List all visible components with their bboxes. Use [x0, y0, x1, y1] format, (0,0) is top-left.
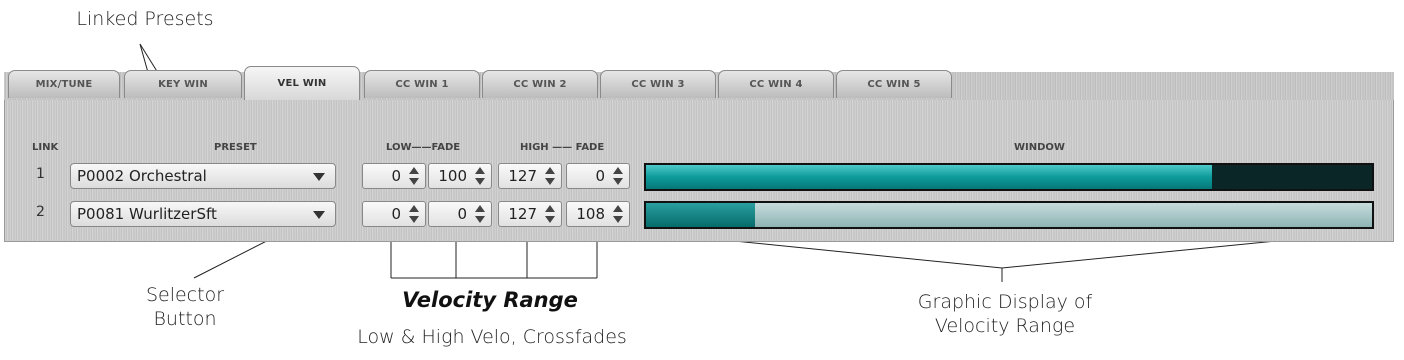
- low-velocity-spinner[interactable]: 0: [362, 201, 426, 227]
- preset-name: P0002 Orchestral: [77, 167, 207, 185]
- up-down-arrows-icon[interactable]: [545, 167, 555, 185]
- high-velocity-spinner[interactable]: 127: [498, 201, 562, 227]
- dropdown-arrow-icon[interactable]: [313, 211, 325, 219]
- preset-selector[interactable]: P0081 WurlitzerSft: [70, 201, 336, 227]
- low-velocity-value: 0: [391, 205, 401, 223]
- low-fade-spinner[interactable]: 0: [428, 201, 492, 227]
- tab-cc-win-5[interactable]: CC WIN 5: [836, 70, 952, 98]
- up-down-arrows-icon[interactable]: [545, 205, 555, 223]
- dropdown-arrow-icon[interactable]: [313, 173, 325, 181]
- velocity-window-bar: [644, 201, 1374, 229]
- tab-mix-tune[interactable]: MIX/TUNE: [8, 70, 120, 98]
- up-down-arrows-icon[interactable]: [613, 167, 623, 185]
- low-fade-value: 100: [438, 167, 467, 185]
- row-number: 1: [36, 166, 45, 182]
- graphic-display-annotation: Graphic Display of Velocity Range: [917, 291, 1093, 337]
- velocity-window-shade: [1212, 165, 1372, 189]
- up-down-arrows-icon[interactable]: [409, 205, 419, 223]
- high-fade-spinner[interactable]: 108: [566, 201, 630, 227]
- row-number: 2: [36, 204, 45, 220]
- linked-presets-annotation: Linked Presets: [76, 8, 214, 30]
- high-velocity-value: 127: [508, 167, 537, 185]
- tab-cc-win-3[interactable]: CC WIN 3: [600, 70, 716, 98]
- velocity-range-annotation-subtitle: Low & High Velo, Crossfades: [357, 326, 627, 348]
- low-fade-value: 0: [457, 205, 467, 223]
- high-fade-header: HIGH —— FADE: [520, 142, 605, 153]
- tab-cc-win-2[interactable]: CC WIN 2: [482, 70, 598, 98]
- preset-name: P0081 WurlitzerSft: [77, 205, 217, 223]
- up-down-arrows-icon[interactable]: [409, 167, 419, 185]
- tab-cc-win-4[interactable]: CC WIN 4: [718, 70, 834, 98]
- low-fade-header: LOW——FADE: [386, 142, 461, 153]
- window-header: WINDOW: [1014, 142, 1065, 153]
- velocity-window-fill: [646, 165, 1213, 189]
- tab-cc-win-1[interactable]: CC WIN 1: [364, 70, 480, 98]
- preset-selector[interactable]: P0002 Orchestral: [70, 163, 336, 189]
- low-fade-spinner[interactable]: 100: [428, 163, 492, 189]
- up-down-arrows-icon[interactable]: [613, 205, 623, 223]
- up-down-arrows-icon[interactable]: [475, 167, 485, 185]
- velocity-range-annotation-title: Velocity Range: [402, 288, 578, 312]
- tab-vel-win[interactable]: VEL WIN: [244, 66, 360, 100]
- low-velocity-value: 0: [391, 167, 401, 185]
- up-down-arrows-icon[interactable]: [475, 205, 485, 223]
- velocity-window-panel: MIX/TUNE KEY WIN VEL WIN CC WIN 1 CC WIN…: [4, 64, 1394, 244]
- link-header: LINK: [32, 142, 59, 153]
- high-velocity-value: 127: [508, 205, 537, 223]
- high-fade-spinner[interactable]: 0: [566, 163, 630, 189]
- low-velocity-spinner[interactable]: 0: [362, 163, 426, 189]
- preset-header: PRESET: [214, 142, 257, 153]
- velocity-window-shade: [646, 203, 755, 227]
- high-fade-value: 0: [595, 167, 605, 185]
- high-fade-value: 108: [576, 205, 605, 223]
- tab-key-win[interactable]: KEY WIN: [124, 70, 242, 98]
- high-velocity-spinner[interactable]: 127: [498, 163, 562, 189]
- velocity-window-bar: [644, 163, 1374, 191]
- selector-button-annotation: Selector Button: [145, 284, 225, 330]
